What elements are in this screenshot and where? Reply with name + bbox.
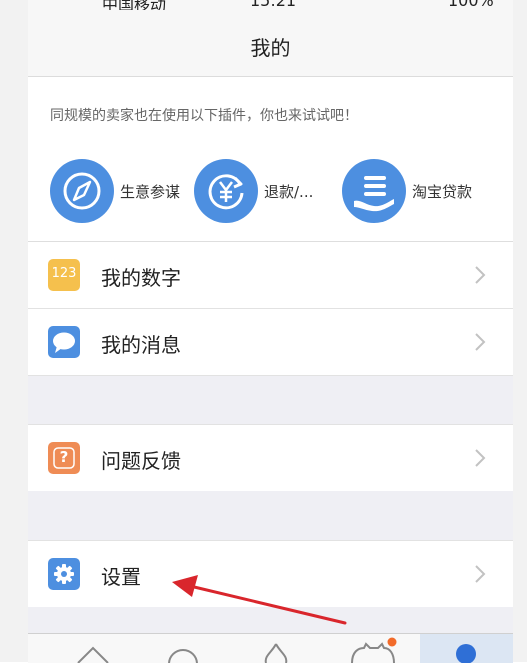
tab-plugins[interactable] — [328, 634, 418, 663]
menu-item-label: 我的数字 — [101, 266, 181, 290]
battery-text: 100% — [448, 0, 494, 10]
plugin-refund[interactable]: 退款/... — [194, 159, 344, 223]
question-icon: ? — [48, 442, 80, 474]
menu-item-label: 我的消息 — [101, 333, 181, 357]
menu-item-label: 问题反馈 — [101, 449, 181, 473]
chevron-right-icon — [475, 449, 486, 467]
tab-home[interactable] — [48, 634, 138, 663]
question-icon-text: ? — [59, 448, 69, 466]
gear-icon — [48, 558, 80, 590]
tab-messages[interactable] — [138, 634, 228, 663]
tab-me[interactable] — [420, 634, 513, 663]
chevron-right-icon — [475, 266, 486, 284]
menu-item-feedback[interactable]: ? 问题反馈 — [28, 424, 513, 492]
cat-face-icon — [351, 637, 397, 663]
plugin-label: 淘宝贷款 — [412, 183, 473, 201]
carrier-text: 中国移动 — [102, 0, 167, 10]
menu-item-label: 设置 — [101, 565, 141, 589]
navigation-bar: 我的 — [28, 10, 513, 77]
chat-icon — [168, 649, 198, 663]
compass-icon — [50, 159, 114, 223]
yuan-refund-icon — [194, 159, 258, 223]
numbers-icon: 123 — [48, 259, 80, 291]
page-title: 我的 — [250, 36, 291, 60]
tab-discover[interactable] — [228, 634, 328, 663]
section-spacer — [28, 491, 513, 540]
chevron-right-icon — [475, 333, 486, 351]
chevron-right-icon — [475, 565, 486, 583]
hand-money-icon — [342, 159, 406, 223]
menu-item-my-numbers[interactable]: 123 我的数字 — [28, 242, 513, 309]
menu-item-settings[interactable]: 设置 — [28, 540, 513, 608]
chat-bubble-icon — [48, 326, 80, 358]
user-icon — [456, 644, 476, 663]
status-bar: 中国移动 15:21 100% — [28, 0, 513, 10]
plugins-hint-text: 同规模的卖家也在使用以下插件，你也来试试吧！ — [50, 108, 358, 124]
section-spacer — [28, 607, 513, 633]
plugin-label: 生意参谋 — [120, 183, 181, 201]
screen-border-left — [0, 0, 28, 662]
tab-bar — [28, 633, 513, 663]
plugin-recommendations: 同规模的卖家也在使用以下插件，你也来试试吧！ 生意参谋 退款/... 淘宝贷款 — [28, 77, 513, 242]
numbers-icon-text: 123 — [51, 266, 77, 281]
home-icon — [77, 646, 109, 663]
plugin-label: 退款/... — [264, 183, 314, 201]
section-spacer — [28, 376, 513, 424]
plugin-taobao-loan[interactable]: 淘宝贷款 — [342, 159, 492, 223]
drop-icon — [264, 643, 288, 663]
menu-item-my-messages[interactable]: 我的消息 — [28, 309, 513, 376]
time-text: 15:21 — [250, 0, 297, 10]
screen-border-right — [513, 0, 527, 662]
plugin-business-advisor[interactable]: 生意参谋 — [50, 159, 200, 223]
